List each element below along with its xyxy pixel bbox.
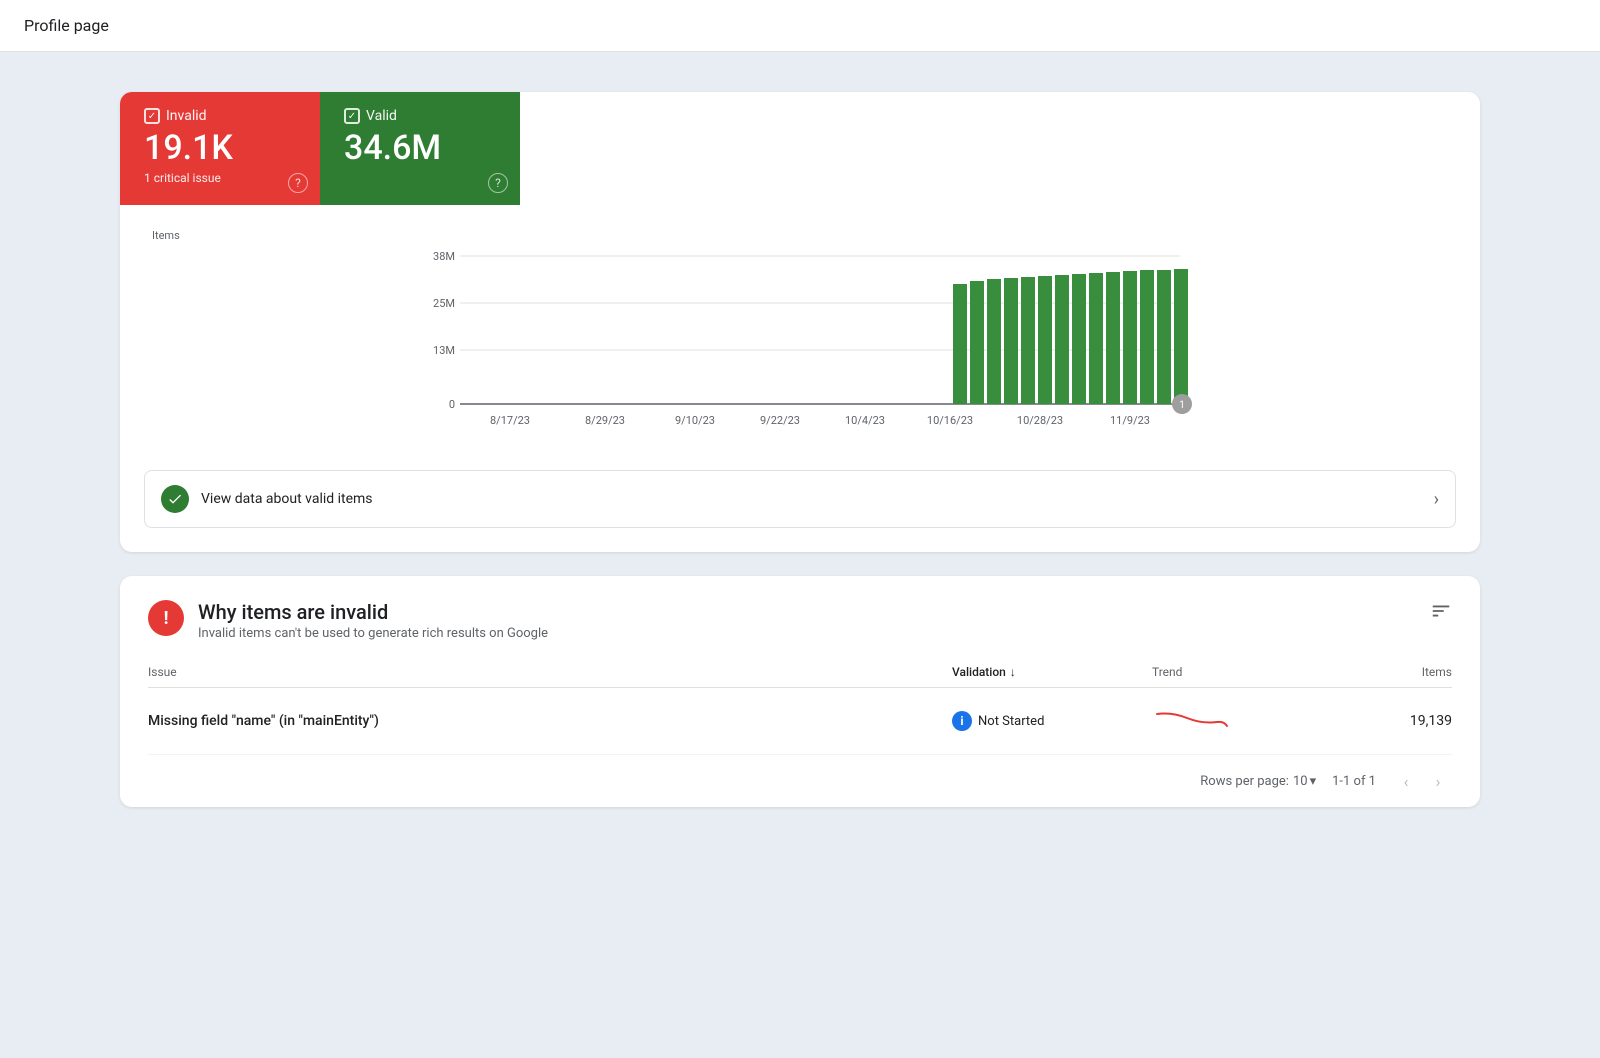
table-header: Issue Validation ↓ Trend Items <box>148 657 1452 688</box>
invalid-sub: 1 critical issue <box>144 171 296 185</box>
bottom-card-subtitle: Invalid items can't be used to generate … <box>198 626 548 641</box>
invalid-label: ✓ Invalid <box>144 108 296 124</box>
svg-text:10/16/23: 10/16/23 <box>927 414 973 427</box>
bottom-card-title-area: Why items are invalid Invalid items can'… <box>198 600 548 641</box>
view-data-text: View data about valid items <box>201 491 1434 507</box>
chart-container: 38M 25M 13M 0 <box>152 246 1448 446</box>
cell-trend <box>1152 704 1352 738</box>
nav-arrows: ‹ › <box>1392 767 1452 795</box>
invalid-value: 19.1K <box>144 130 296 167</box>
col-header-issue: Issue <box>148 665 952 679</box>
svg-text:9/10/23: 9/10/23 <box>675 414 715 427</box>
svg-text:13M: 13M <box>433 344 455 357</box>
svg-text:10/4/23: 10/4/23 <box>845 414 885 427</box>
svg-text:38M: 38M <box>433 250 455 263</box>
bottom-card: ! Why items are invalid Invalid items ca… <box>120 576 1480 807</box>
page-header: Profile page <box>0 0 1600 52</box>
pagination-info: 1-1 of 1 <box>1332 774 1376 789</box>
rows-per-page: Rows per page: 10 ▾ <box>1200 774 1316 789</box>
sort-down-icon: ↓ <box>1010 665 1016 679</box>
trend-chart <box>1152 704 1232 734</box>
stats-row: ✓ Invalid 19.1K 1 critical issue ? ✓ Val… <box>120 92 1480 205</box>
not-started-badge: i Not Started <box>952 711 1044 731</box>
bottom-card-title-group: ! Why items are invalid Invalid items ca… <box>148 600 548 641</box>
error-icon: ! <box>148 600 184 636</box>
valid-value: 34.6M <box>344 130 496 167</box>
valid-help-icon[interactable]: ? <box>488 173 508 193</box>
chart-area: Items 38M 25M 13M 0 <box>120 205 1480 462</box>
view-data-button[interactable]: View data about valid items › <box>144 470 1456 528</box>
rows-per-page-value: 10 <box>1293 774 1308 789</box>
svg-text:11/9/23: 11/9/23 <box>1110 414 1150 427</box>
table-area: Issue Validation ↓ Trend Items Missing f… <box>120 657 1480 755</box>
svg-text:0: 0 <box>449 398 455 411</box>
table-footer: Rows per page: 10 ▾ 1-1 of 1 ‹ › <box>120 755 1480 807</box>
dropdown-chevron-icon: ▾ <box>1310 774 1317 789</box>
svg-text:25M: 25M <box>433 297 455 310</box>
svg-text:9/22/23: 9/22/23 <box>760 414 800 427</box>
svg-text:1: 1 <box>1179 400 1185 411</box>
table-row: Missing field "name" (in "mainEntity") i… <box>148 688 1452 755</box>
prev-page-button[interactable]: ‹ <box>1392 767 1420 795</box>
bottom-card-header: ! Why items are invalid Invalid items ca… <box>120 576 1480 657</box>
main-content: ✓ Invalid 19.1K 1 critical issue ? ✓ Val… <box>0 52 1600 847</box>
svg-text:10/28/23: 10/28/23 <box>1017 414 1063 427</box>
invalid-stat: ✓ Invalid 19.1K 1 critical issue ? <box>120 92 320 205</box>
green-check-icon <box>161 485 189 513</box>
bottom-card-title: Why items are invalid <box>198 600 548 624</box>
col-header-validation: Validation ↓ <box>952 665 1152 679</box>
chart-y-label: Items <box>152 229 1448 242</box>
valid-checkbox-icon: ✓ <box>344 108 360 124</box>
valid-stat: ✓ Valid 34.6M ? <box>320 92 520 205</box>
not-started-icon: i <box>952 711 972 731</box>
valid-label: ✓ Valid <box>344 108 496 124</box>
cell-issue: Missing field "name" (in "mainEntity") <box>148 713 952 729</box>
next-page-button[interactable]: › <box>1424 767 1452 795</box>
col-header-trend: Trend <box>1152 665 1352 679</box>
invalid-help-icon[interactable]: ? <box>288 173 308 193</box>
svg-text:8/29/23: 8/29/23 <box>585 414 625 427</box>
top-card: ✓ Invalid 19.1K 1 critical issue ? ✓ Val… <box>120 92 1480 552</box>
filter-icon[interactable] <box>1430 600 1452 627</box>
cell-items: 19,139 <box>1352 713 1452 729</box>
chevron-right-icon: › <box>1434 489 1439 510</box>
svg-text:8/17/23: 8/17/23 <box>490 414 530 427</box>
rows-per-page-label: Rows per page: <box>1200 774 1289 789</box>
chart-svg: 38M 25M 13M 0 <box>152 246 1448 446</box>
invalid-checkbox-icon: ✓ <box>144 108 160 124</box>
page-title: Profile page <box>24 16 109 35</box>
col-header-items: Items <box>1352 665 1452 679</box>
cell-validation: i Not Started <box>952 711 1152 731</box>
rows-per-page-dropdown[interactable]: 10 ▾ <box>1293 774 1316 789</box>
